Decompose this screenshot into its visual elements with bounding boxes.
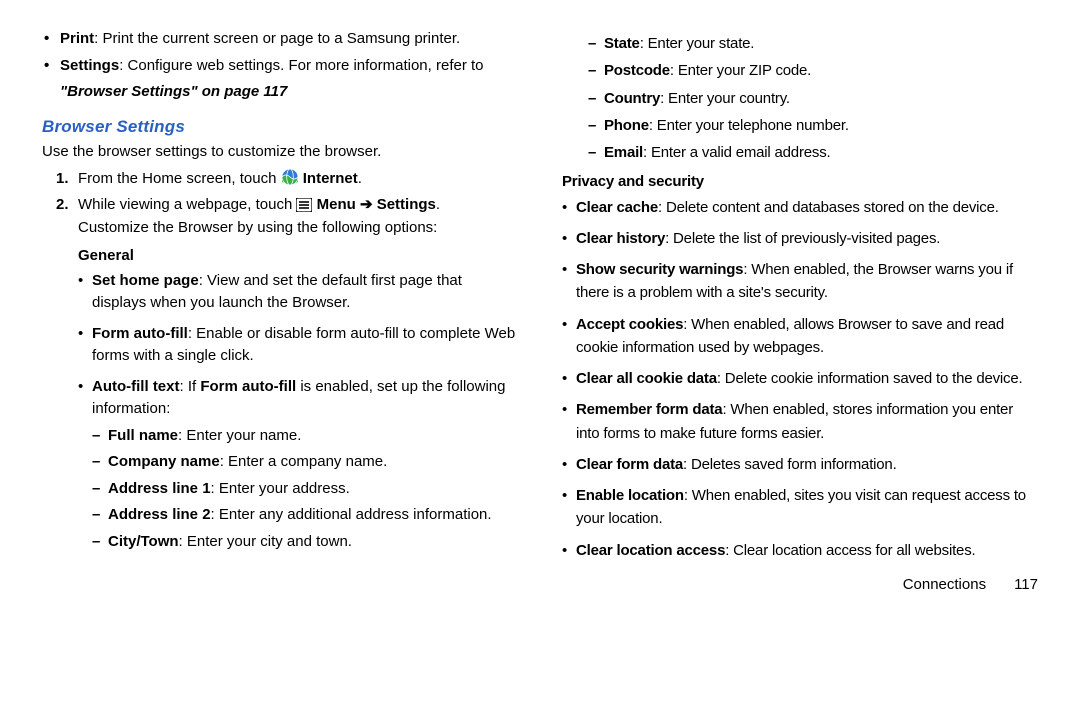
- subhead-general: General: [78, 245, 518, 268]
- globe-icon: [281, 168, 299, 186]
- steps-list: From the Home screen, touch Internet. Wh…: [42, 168, 518, 554]
- arrow-icon: ➔: [360, 196, 373, 213]
- term2: Form auto-fill: [200, 378, 296, 395]
- step2-period: .: [436, 196, 440, 213]
- autofill-dashes: Full name: Enter your name. Company name…: [92, 425, 518, 554]
- list-item: Clear location access: Clear location ac…: [562, 539, 1038, 562]
- step2-settings: Settings: [373, 196, 436, 213]
- step-2: While viewing a webpage, touch Menu ➔ Se…: [78, 194, 518, 553]
- step-1: From the Home screen, touch Internet.: [78, 168, 518, 191]
- desc: : Enter your ZIP code.: [670, 62, 811, 79]
- xref-browser-settings: "Browser Settings" on page 117: [42, 81, 518, 104]
- desc: : Enter your state.: [640, 35, 755, 52]
- desc: : Delete cookie information saved to the…: [717, 370, 1023, 387]
- list-item: Full name: Enter your name.: [92, 425, 518, 448]
- list-item: Enable location: When enabled, sites you…: [562, 484, 1038, 531]
- desc: : Configure web settings. For more infor…: [119, 57, 483, 74]
- desc: : Enter a valid email address.: [643, 144, 830, 161]
- term: Form auto-fill: [92, 325, 188, 342]
- list-item: Clear form data: Deletes saved form info…: [562, 453, 1038, 476]
- desc: : Delete the list of previously-visited …: [665, 230, 940, 247]
- desc: : Enter a company name.: [220, 453, 388, 470]
- desc: : Delete content and databases stored on…: [658, 199, 999, 216]
- term: Clear location access: [576, 542, 725, 559]
- list-item: Auto-fill text: If Form auto-fill is ena…: [78, 376, 518, 554]
- term: State: [604, 35, 640, 52]
- footer-section: Connections: [903, 576, 986, 593]
- term: Accept cookies: [576, 316, 683, 333]
- list-item: Email: Enter a valid email address.: [588, 141, 1038, 164]
- term: Auto-fill text: [92, 378, 180, 395]
- right-column: State: Enter your state. Postcode: Enter…: [562, 28, 1038, 570]
- term: Company name: [108, 453, 220, 470]
- term: Postcode: [604, 62, 670, 79]
- term: Show security warnings: [576, 261, 743, 278]
- term: Clear cache: [576, 199, 658, 216]
- term: Address line 1: [108, 480, 211, 497]
- desc: : Print the current screen or page to a …: [94, 30, 460, 47]
- list-item: Settings: Configure web settings. For mo…: [42, 55, 518, 78]
- step2-menu: Menu: [312, 196, 360, 213]
- desc: : Clear location access for all websites…: [725, 542, 975, 559]
- left-column: Print: Print the current screen or page …: [42, 28, 518, 570]
- mid: : If: [180, 378, 201, 395]
- general-bullets: Set home page: View and set the default …: [78, 270, 518, 554]
- privacy-bullets: Clear cache: Delete content and database…: [562, 196, 1038, 562]
- list-item: Form auto-fill: Enable or disable form a…: [78, 323, 518, 368]
- term: Settings: [60, 57, 119, 74]
- term: Clear form data: [576, 456, 683, 473]
- list-item: Country: Enter your country.: [588, 87, 1038, 110]
- subhead-privacy-security: Privacy and security: [562, 170, 1038, 193]
- list-item: Accept cookies: When enabled, allows Bro…: [562, 313, 1038, 360]
- footer-page-number: 117: [1014, 576, 1038, 593]
- autofill-dashes-cont: State: Enter your state. Postcode: Enter…: [562, 32, 1038, 164]
- list-item: Remember form data: When enabled, stores…: [562, 398, 1038, 445]
- menu-icon: [296, 198, 312, 212]
- list-item: Show security warnings: When enabled, th…: [562, 258, 1038, 305]
- term: Clear history: [576, 230, 665, 247]
- list-item: Set home page: View and set the default …: [78, 270, 518, 315]
- term: Print: [60, 30, 94, 47]
- list-item: State: Enter your state.: [588, 32, 1038, 55]
- term: Remember form data: [576, 401, 722, 418]
- list-item: Clear cache: Delete content and database…: [562, 196, 1038, 219]
- intro-text: Use the browser settings to customize th…: [42, 141, 518, 164]
- desc: : Enter your country.: [660, 90, 790, 107]
- term: City/Town: [108, 533, 179, 550]
- step1-period: .: [358, 170, 362, 187]
- desc: : Enter your address.: [211, 480, 350, 497]
- term: Email: [604, 144, 643, 161]
- step1-post: Internet: [299, 170, 358, 187]
- step2-pre: While viewing a webpage, touch: [78, 196, 296, 213]
- desc: : Enter your city and town.: [179, 533, 352, 550]
- desc: : Enter your telephone number.: [649, 117, 849, 134]
- term: Country: [604, 90, 660, 107]
- page-footer: Connections 117: [42, 576, 1038, 593]
- list-item: City/Town: Enter your city and town.: [92, 531, 518, 554]
- desc: : Deletes saved form information.: [683, 456, 897, 473]
- list-item: Address line 2: Enter any additional add…: [92, 504, 518, 527]
- term: Enable location: [576, 487, 684, 504]
- top-bullet-list: Print: Print the current screen or page …: [42, 28, 518, 77]
- term: Set home page: [92, 272, 199, 289]
- list-item: Company name: Enter a company name.: [92, 451, 518, 474]
- list-item: Postcode: Enter your ZIP code.: [588, 59, 1038, 82]
- list-item: Print: Print the current screen or page …: [42, 28, 518, 51]
- list-item: Clear history: Delete the list of previo…: [562, 227, 1038, 250]
- step1-pre: From the Home screen, touch: [78, 170, 281, 187]
- term: Full name: [108, 427, 178, 444]
- desc: : Enter any additional address informati…: [211, 506, 492, 523]
- manual-page: Print: Print the current screen or page …: [42, 28, 1038, 570]
- list-item: Address line 1: Enter your address.: [92, 478, 518, 501]
- step2-line2: Customize the Browser by using the follo…: [78, 217, 518, 240]
- term: Address line 2: [108, 506, 211, 523]
- list-item: Clear all cookie data: Delete cookie inf…: [562, 367, 1038, 390]
- term: Phone: [604, 117, 649, 134]
- term: Clear all cookie data: [576, 370, 717, 387]
- list-item: Phone: Enter your telephone number.: [588, 114, 1038, 137]
- heading-browser-settings: Browser Settings: [42, 114, 518, 140]
- desc: : Enter your name.: [178, 427, 301, 444]
